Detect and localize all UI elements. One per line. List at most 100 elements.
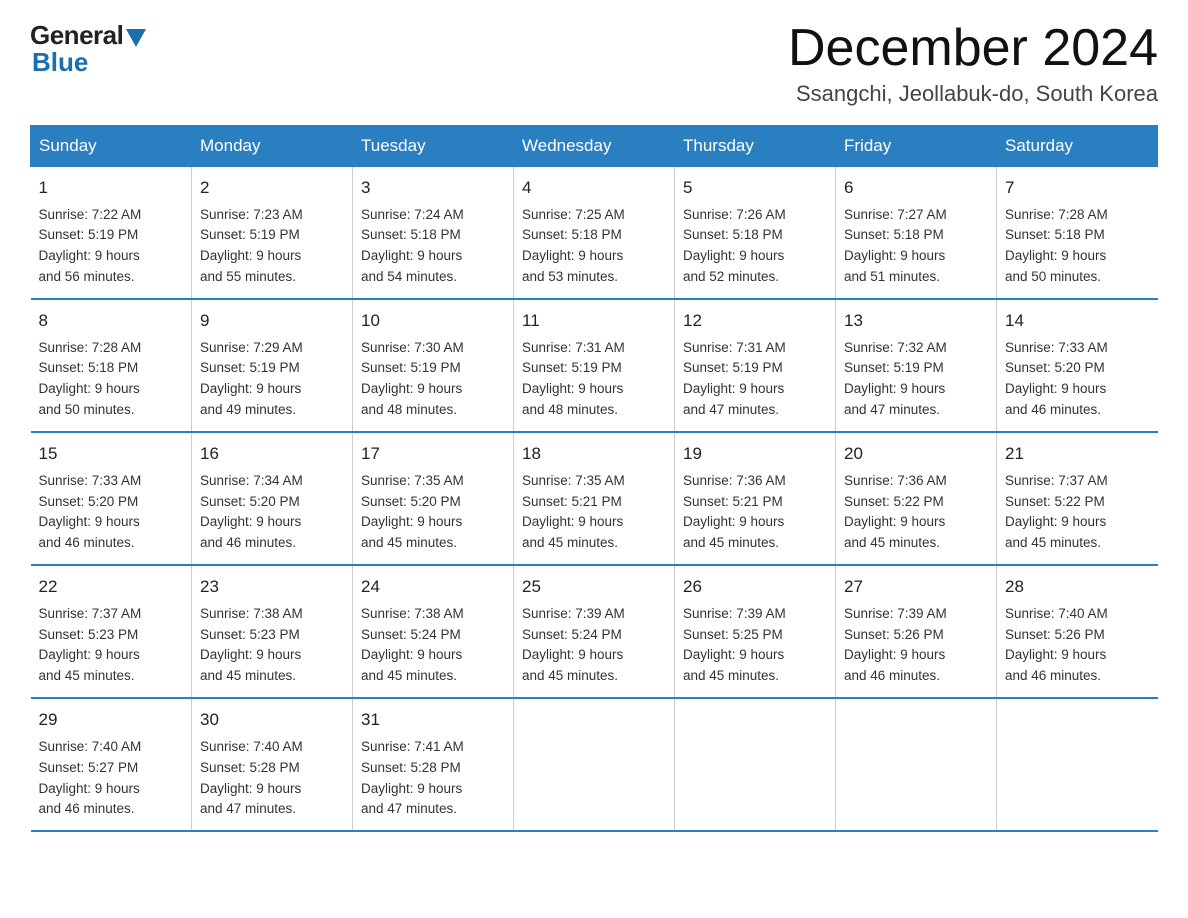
day-info: Sunrise: 7:22 AMSunset: 5:19 PMDaylight:…	[39, 207, 142, 285]
day-info: Sunrise: 7:31 AMSunset: 5:19 PMDaylight:…	[522, 340, 625, 418]
day-number: 16	[200, 441, 344, 467]
calendar-cell: 6 Sunrise: 7:27 AMSunset: 5:18 PMDaylight…	[836, 167, 997, 300]
calendar-cell: 26 Sunrise: 7:39 AMSunset: 5:25 PMDayligh…	[675, 565, 836, 698]
day-number: 21	[1005, 441, 1150, 467]
calendar-cell: 12 Sunrise: 7:31 AMSunset: 5:19 PMDayligh…	[675, 299, 836, 432]
calendar-cell	[997, 698, 1158, 831]
calendar-cell: 28 Sunrise: 7:40 AMSunset: 5:26 PMDayligh…	[997, 565, 1158, 698]
calendar-cell: 5 Sunrise: 7:26 AMSunset: 5:18 PMDaylight…	[675, 167, 836, 300]
day-info: Sunrise: 7:26 AMSunset: 5:18 PMDaylight:…	[683, 207, 786, 285]
calendar-cell: 24 Sunrise: 7:38 AMSunset: 5:24 PMDayligh…	[353, 565, 514, 698]
calendar-cell: 2 Sunrise: 7:23 AMSunset: 5:19 PMDaylight…	[192, 167, 353, 300]
col-header-saturday: Saturday	[997, 126, 1158, 167]
day-number: 27	[844, 574, 988, 600]
calendar-cell: 31 Sunrise: 7:41 AMSunset: 5:28 PMDayligh…	[353, 698, 514, 831]
day-number: 2	[200, 175, 344, 201]
calendar-cell: 13 Sunrise: 7:32 AMSunset: 5:19 PMDayligh…	[836, 299, 997, 432]
calendar-cell: 8 Sunrise: 7:28 AMSunset: 5:18 PMDaylight…	[31, 299, 192, 432]
calendar-header-row: SundayMondayTuesdayWednesdayThursdayFrid…	[31, 126, 1158, 167]
day-info: Sunrise: 7:39 AMSunset: 5:24 PMDaylight:…	[522, 606, 625, 684]
col-header-monday: Monday	[192, 126, 353, 167]
day-number: 30	[200, 707, 344, 733]
day-number: 25	[522, 574, 666, 600]
week-row-2: 8 Sunrise: 7:28 AMSunset: 5:18 PMDaylight…	[31, 299, 1158, 432]
day-info: Sunrise: 7:29 AMSunset: 5:19 PMDaylight:…	[200, 340, 303, 418]
calendar-cell: 30 Sunrise: 7:40 AMSunset: 5:28 PMDayligh…	[192, 698, 353, 831]
calendar-cell	[675, 698, 836, 831]
day-info: Sunrise: 7:24 AMSunset: 5:18 PMDaylight:…	[361, 207, 464, 285]
calendar-cell: 18Sunrise: 7:35 AMSunset: 5:21 PMDayligh…	[514, 432, 675, 565]
day-number: 4	[522, 175, 666, 201]
day-info: Sunrise: 7:40 AMSunset: 5:27 PMDaylight:…	[39, 739, 142, 817]
day-number: 10	[361, 308, 505, 334]
day-number: 26	[683, 574, 827, 600]
page-header: General Blue December 2024 Ssangchi, Jeo…	[30, 20, 1158, 107]
day-info: Sunrise: 7:34 AMSunset: 5:20 PMDaylight:…	[200, 473, 303, 551]
day-info: Sunrise: 7:37 AMSunset: 5:23 PMDaylight:…	[39, 606, 142, 684]
calendar-cell: 10Sunrise: 7:30 AMSunset: 5:19 PMDayligh…	[353, 299, 514, 432]
calendar-cell	[836, 698, 997, 831]
day-info: Sunrise: 7:27 AMSunset: 5:18 PMDaylight:…	[844, 207, 947, 285]
calendar-cell: 16 Sunrise: 7:34 AMSunset: 5:20 PMDayligh…	[192, 432, 353, 565]
day-number: 7	[1005, 175, 1150, 201]
day-number: 28	[1005, 574, 1150, 600]
day-info: Sunrise: 7:25 AMSunset: 5:18 PMDaylight:…	[522, 207, 625, 285]
day-number: 23	[200, 574, 344, 600]
day-info: Sunrise: 7:32 AMSunset: 5:19 PMDaylight:…	[844, 340, 947, 418]
day-number: 22	[39, 574, 184, 600]
day-info: Sunrise: 7:38 AMSunset: 5:24 PMDaylight:…	[361, 606, 464, 684]
day-number: 5	[683, 175, 827, 201]
day-info: Sunrise: 7:28 AMSunset: 5:18 PMDaylight:…	[39, 340, 142, 418]
week-row-4: 22 Sunrise: 7:37 AMSunset: 5:23 PMDayligh…	[31, 565, 1158, 698]
day-info: Sunrise: 7:31 AMSunset: 5:19 PMDaylight:…	[683, 340, 786, 418]
day-number: 3	[361, 175, 505, 201]
calendar-cell: 20Sunrise: 7:36 AMSunset: 5:22 PMDayligh…	[836, 432, 997, 565]
day-info: Sunrise: 7:40 AMSunset: 5:28 PMDaylight:…	[200, 739, 303, 817]
day-number: 12	[683, 308, 827, 334]
day-number: 8	[39, 308, 184, 334]
calendar-cell: 3 Sunrise: 7:24 AMSunset: 5:18 PMDaylight…	[353, 167, 514, 300]
day-info: Sunrise: 7:35 AMSunset: 5:21 PMDaylight:…	[522, 473, 625, 551]
calendar-cell	[514, 698, 675, 831]
day-info: Sunrise: 7:23 AMSunset: 5:19 PMDaylight:…	[200, 207, 303, 285]
day-info: Sunrise: 7:37 AMSunset: 5:22 PMDaylight:…	[1005, 473, 1108, 551]
day-info: Sunrise: 7:39 AMSunset: 5:26 PMDaylight:…	[844, 606, 947, 684]
day-number: 24	[361, 574, 505, 600]
day-info: Sunrise: 7:28 AMSunset: 5:18 PMDaylight:…	[1005, 207, 1108, 285]
logo: General Blue	[30, 20, 146, 78]
day-info: Sunrise: 7:39 AMSunset: 5:25 PMDaylight:…	[683, 606, 786, 684]
calendar-cell: 14Sunrise: 7:33 AMSunset: 5:20 PMDayligh…	[997, 299, 1158, 432]
day-number: 6	[844, 175, 988, 201]
day-info: Sunrise: 7:33 AMSunset: 5:20 PMDaylight:…	[39, 473, 142, 551]
week-row-5: 29Sunrise: 7:40 AMSunset: 5:27 PMDayligh…	[31, 698, 1158, 831]
col-header-friday: Friday	[836, 126, 997, 167]
day-number: 11	[522, 308, 666, 334]
calendar-cell: 29Sunrise: 7:40 AMSunset: 5:27 PMDayligh…	[31, 698, 192, 831]
day-info: Sunrise: 7:41 AMSunset: 5:28 PMDaylight:…	[361, 739, 464, 817]
calendar-cell: 22 Sunrise: 7:37 AMSunset: 5:23 PMDayligh…	[31, 565, 192, 698]
day-number: 19	[683, 441, 827, 467]
calendar-cell: 7 Sunrise: 7:28 AMSunset: 5:18 PMDaylight…	[997, 167, 1158, 300]
day-number: 20	[844, 441, 988, 467]
location-subtitle: Ssangchi, Jeollabuk-do, South Korea	[788, 81, 1158, 107]
logo-triangle-icon	[126, 29, 146, 47]
calendar-cell: 11 Sunrise: 7:31 AMSunset: 5:19 PMDayligh…	[514, 299, 675, 432]
calendar-cell: 17Sunrise: 7:35 AMSunset: 5:20 PMDayligh…	[353, 432, 514, 565]
calendar-cell: 25 Sunrise: 7:39 AMSunset: 5:24 PMDayligh…	[514, 565, 675, 698]
col-header-thursday: Thursday	[675, 126, 836, 167]
day-number: 31	[361, 707, 505, 733]
calendar-cell: 15 Sunrise: 7:33 AMSunset: 5:20 PMDayligh…	[31, 432, 192, 565]
calendar-cell: 19Sunrise: 7:36 AMSunset: 5:21 PMDayligh…	[675, 432, 836, 565]
day-number: 17	[361, 441, 505, 467]
week-row-3: 15 Sunrise: 7:33 AMSunset: 5:20 PMDayligh…	[31, 432, 1158, 565]
title-section: December 2024 Ssangchi, Jeollabuk-do, So…	[788, 20, 1158, 107]
calendar-cell: 23Sunrise: 7:38 AMSunset: 5:23 PMDayligh…	[192, 565, 353, 698]
day-number: 13	[844, 308, 988, 334]
day-number: 1	[39, 175, 184, 201]
calendar-cell: 21 Sunrise: 7:37 AMSunset: 5:22 PMDayligh…	[997, 432, 1158, 565]
day-number: 15	[39, 441, 184, 467]
day-info: Sunrise: 7:40 AMSunset: 5:26 PMDaylight:…	[1005, 606, 1108, 684]
calendar-cell: 4 Sunrise: 7:25 AMSunset: 5:18 PMDaylight…	[514, 167, 675, 300]
day-number: 14	[1005, 308, 1150, 334]
col-header-wednesday: Wednesday	[514, 126, 675, 167]
